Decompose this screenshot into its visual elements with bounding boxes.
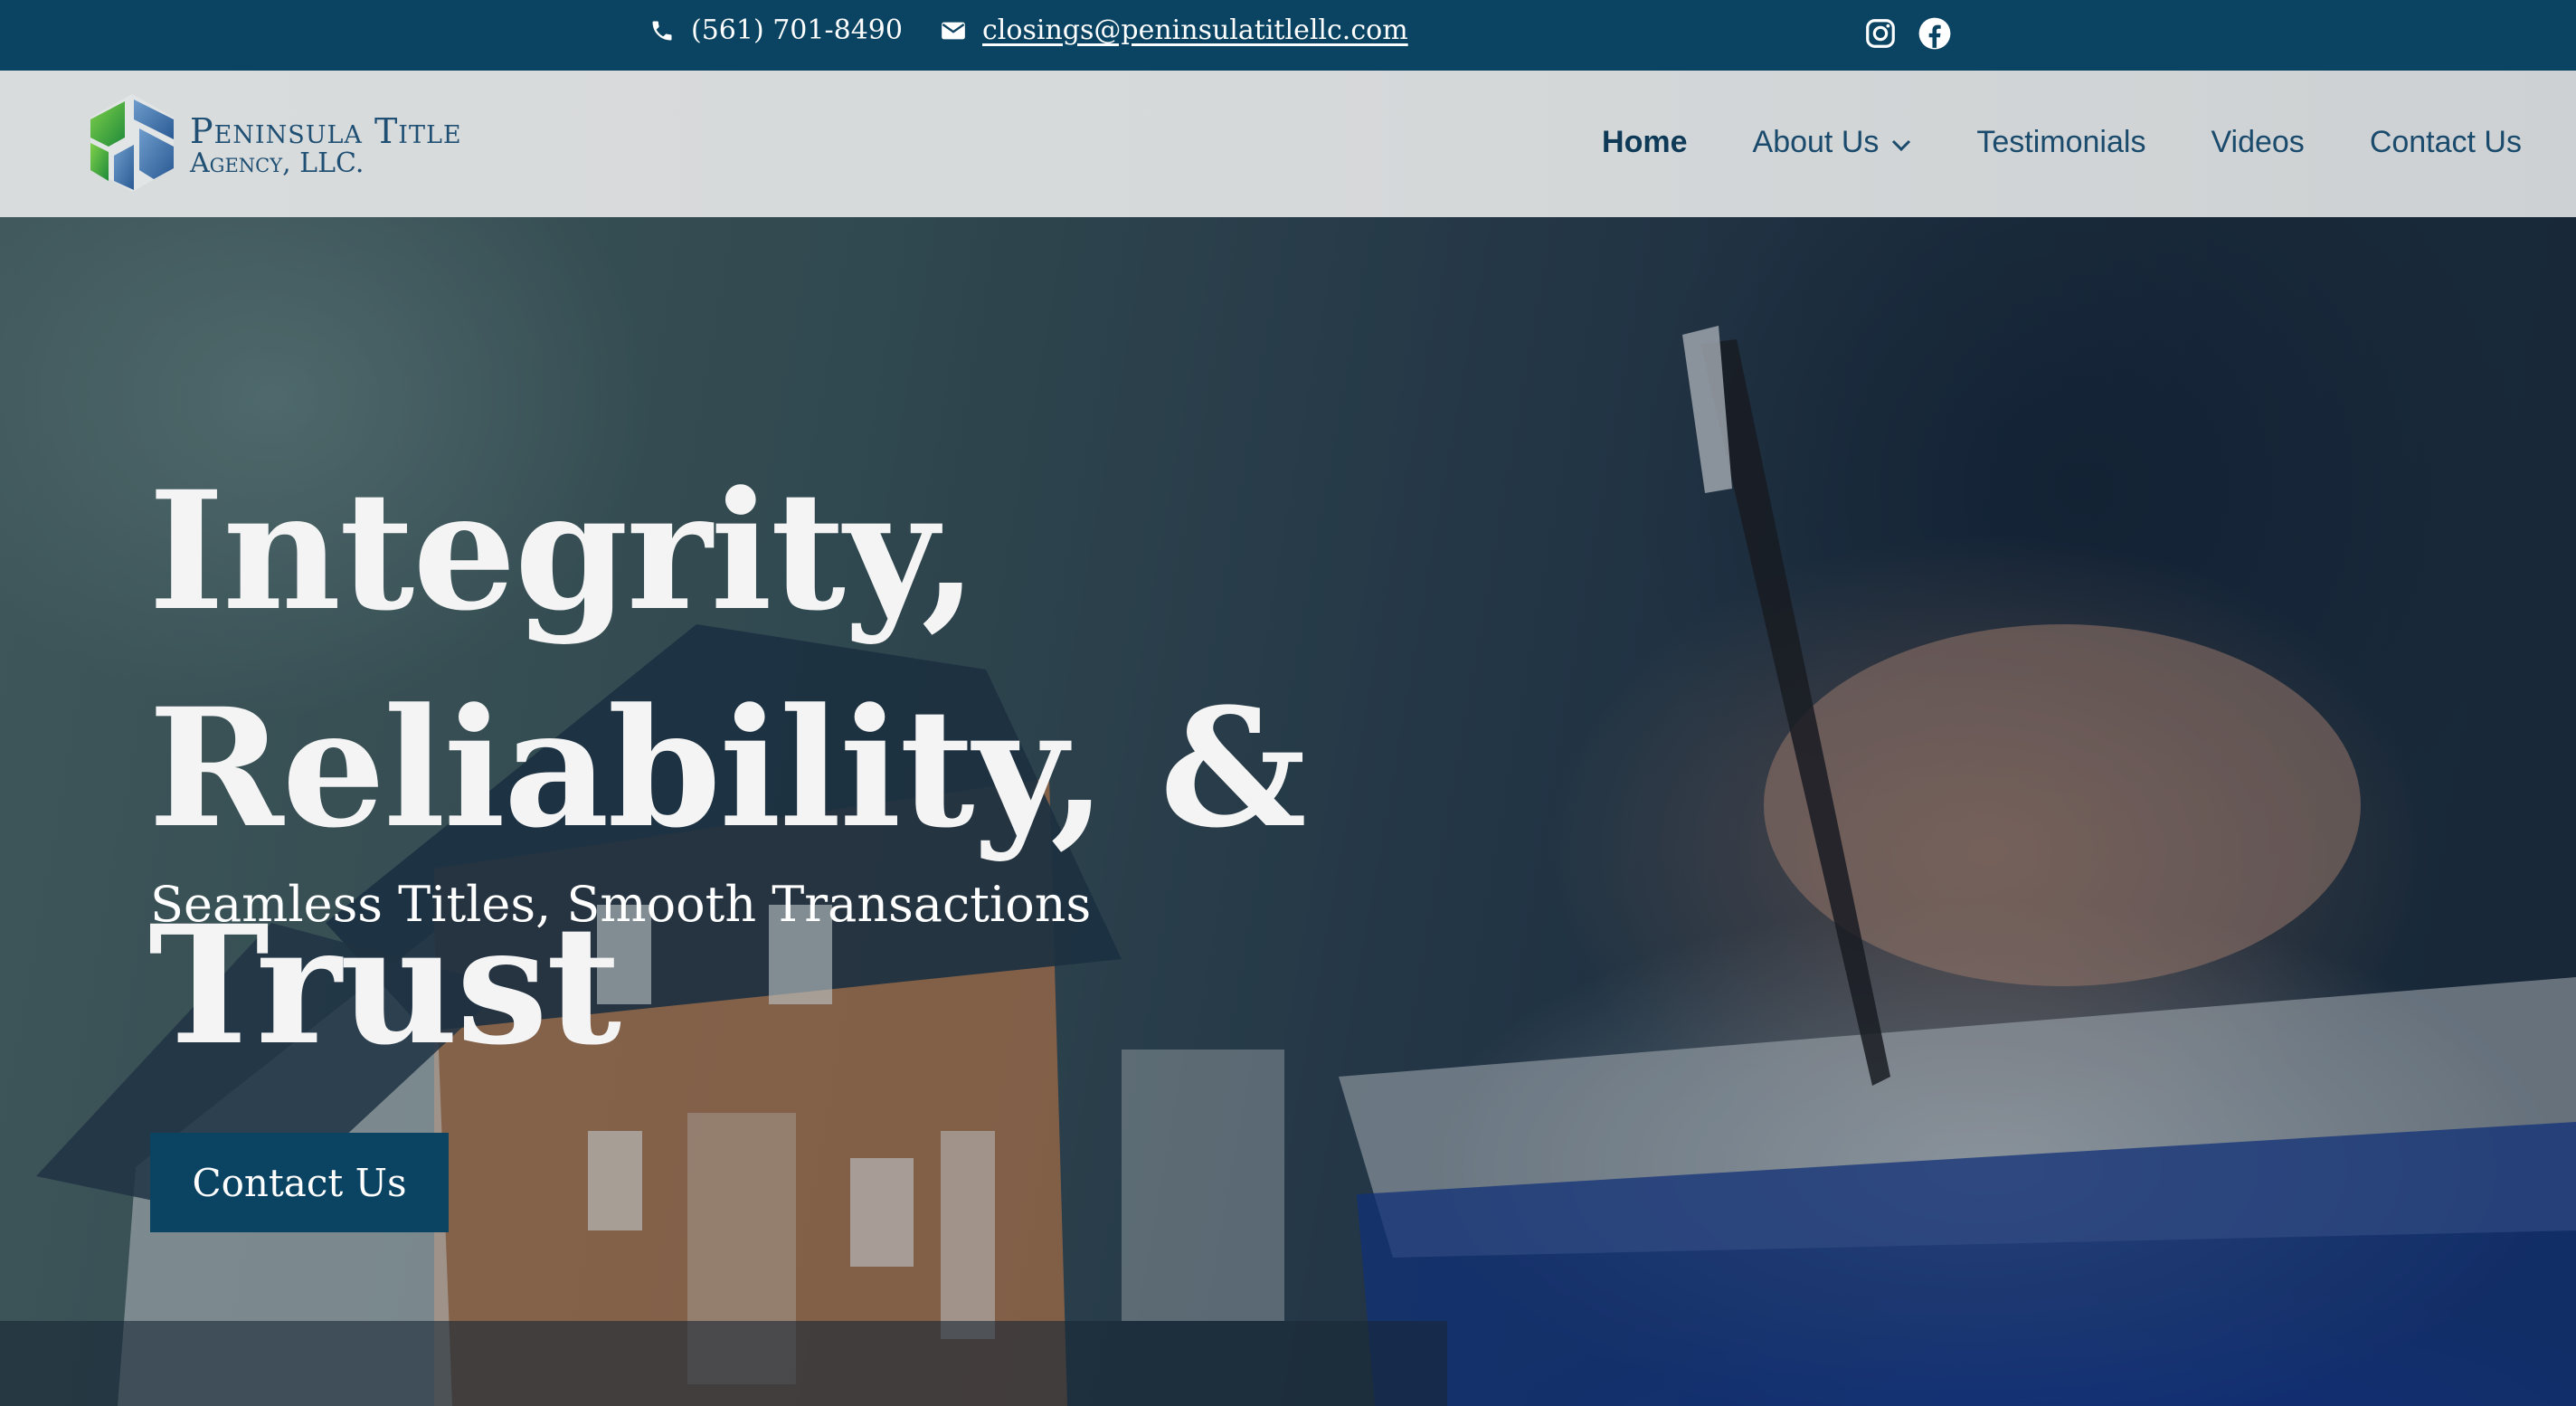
logo-mark-icon [83,90,181,200]
nav-item-testimonials[interactable]: Testimonials [1976,125,2145,160]
phone-contact[interactable]: (561) 701-8490 [649,14,903,46]
hero-headline-line1: Integrity, [148,456,978,647]
nav-item-label[interactable]: About Us [1753,125,1880,160]
instagram-icon[interactable] [1863,16,1898,51]
nav-item-contact-us[interactable]: Contact Us [2370,125,2522,160]
brand-name-line2: Agency, LLC. [190,147,365,179]
nav-item-label[interactable]: Contact Us [2370,125,2522,160]
contact-us-button[interactable]: Contact Us [150,1133,449,1232]
hero-section: Integrity, Reliability, & Trust Seamless… [0,217,2576,1406]
phone-icon [649,18,675,43]
email-contact[interactable]: closings@peninsulatitlellc.com [941,14,1408,46]
nav-item-label[interactable]: Home [1602,125,1687,160]
facebook-icon[interactable] [1918,16,1952,51]
nav-item-about-us[interactable]: About Us [1753,125,1912,160]
email-link[interactable]: closings@peninsulatitlellc.com [982,14,1408,46]
site-header: Peninsula Title Agency, LLC. Home About … [0,71,2576,217]
chevron-down-icon[interactable] [1891,125,1911,160]
hero-headline: Integrity, Reliability, & Trust [148,443,1686,1095]
top-contact-bar: (561) 701-8490 closings@peninsulatitlell… [0,0,2576,71]
brand-name-line1: Peninsula Title [190,110,462,151]
mail-icon [941,20,966,42]
nav-item-videos[interactable]: Videos [2211,125,2304,160]
brand-logo[interactable]: Peninsula Title Agency, LLC. [83,90,462,200]
phone-number[interactable]: (561) 701-8490 [691,14,903,46]
nav-item-home[interactable]: Home [1602,125,1687,160]
hero-subheadline: Seamless Titles, Smooth Transactions [150,876,1092,933]
main-nav: Home About Us Testimonials Videos Contac… [1602,125,2522,160]
brand-name: Peninsula Title Agency, LLC. [190,114,462,177]
nav-item-label[interactable]: Videos [2211,125,2304,160]
social-links [1863,16,1952,51]
nav-item-label[interactable]: Testimonials [1976,125,2145,160]
